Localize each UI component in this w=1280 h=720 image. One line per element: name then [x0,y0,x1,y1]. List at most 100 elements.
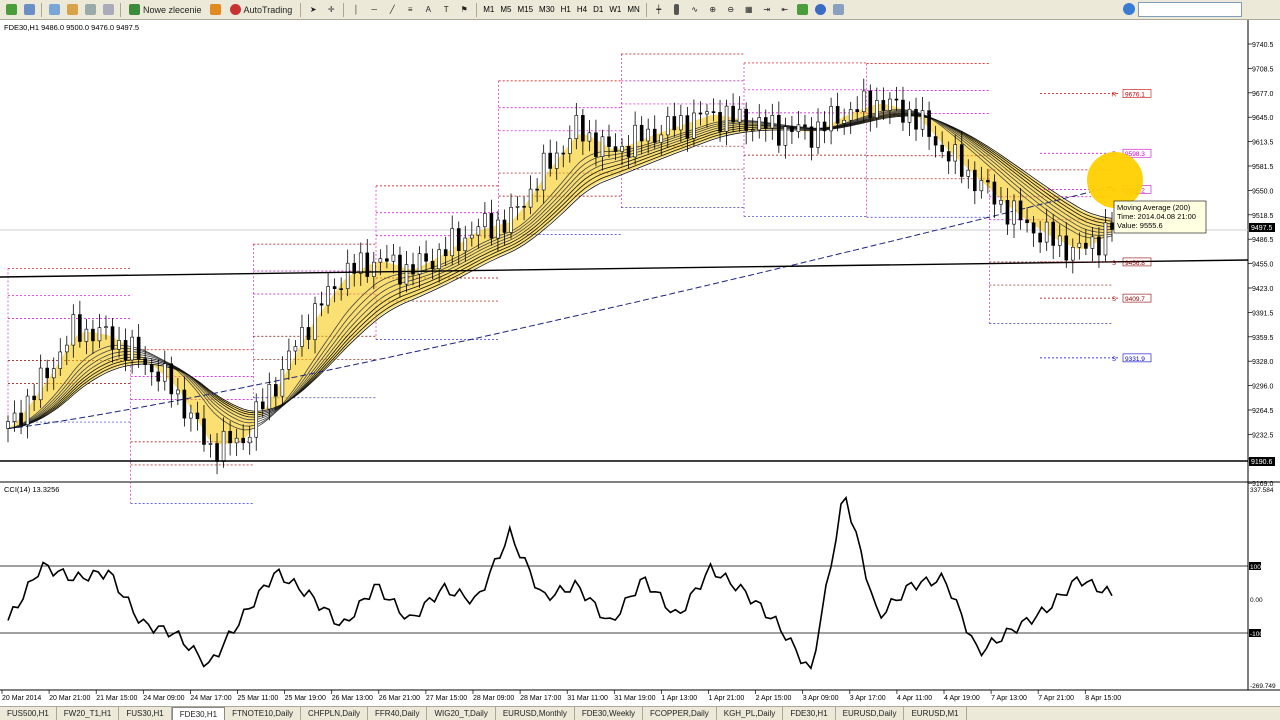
candle-body [97,327,102,342]
pivot-value: 9456.8 [1125,260,1145,267]
candle-body [548,152,553,169]
new-order-button[interactable]: Nowe zlecenie [125,2,206,18]
timeframe-h1[interactable]: H1 [558,3,574,17]
tab-11[interactable]: KGH_PL,Daily [717,707,784,720]
zoom-in-icon[interactable]: ⊕ [705,2,721,18]
time-tick: 25 Mar 19:00 [285,695,326,702]
candle-body [587,132,592,142]
tab-3[interactable]: FDE30,H1 [171,707,226,720]
candle-body [189,412,193,419]
candle-body [790,126,794,132]
tile-windows-icon[interactable]: ▦ [741,2,757,18]
time-tick: 8 Apr 15:00 [1085,695,1121,702]
trendline-icon[interactable]: ╱ [384,2,400,18]
candle-body [1038,232,1042,243]
candle-body [306,327,311,340]
candle-body [208,443,213,445]
time-tick: 24 Mar 09:00 [143,695,184,702]
candle-body [202,418,206,445]
candle-body [639,124,644,142]
candle-body [1044,221,1049,243]
timeframe-w1[interactable]: W1 [606,3,624,17]
label-icon[interactable]: T [438,2,454,18]
tab-5[interactable]: CHFPLN,Daily [301,707,369,720]
chart-area[interactable]: 9740.5 9708.5 9677.0 9645.0 9613.5 9581.5 9550… [0,20,1280,706]
timeframe-mn[interactable]: MN [624,3,642,17]
market-watch-icon[interactable] [46,2,62,18]
profiles-icon[interactable] [21,2,37,18]
candle-body [894,98,899,101]
candle-body [483,213,487,228]
candle-body [19,412,23,425]
timeframe-m15[interactable]: M15 [514,3,536,17]
candlestick-icon[interactable] [669,2,685,18]
timeframe-group: M1 M5 M15 M30 H1 H4 D1 W1 MN [480,3,643,17]
templates-icon[interactable] [831,2,847,18]
candle-body [672,116,677,131]
vertical-line-icon[interactable]: │ [348,2,364,18]
timeframe-m1[interactable]: M1 [480,3,497,17]
timeframe-d1[interactable]: D1 [590,3,606,17]
channel-icon[interactable]: ≡ [402,2,418,18]
bar-chart-icon[interactable]: ┿ [651,2,667,18]
tab-2[interactable]: FUS30,H1 [119,707,172,720]
time-tick: 27 Mar 15:00 [426,695,467,702]
indicators-icon[interactable] [795,2,811,18]
tab-14[interactable]: EURUSD,M1 [904,707,967,720]
chart-canvas[interactable]: 9740.5 9708.5 9677.0 9645.0 9613.5 9581.5 9550… [0,20,1280,706]
new-chart-icon[interactable] [3,2,19,18]
horizontal-line-icon[interactable]: ─ [366,2,382,18]
line-chart-icon[interactable]: ∿ [687,2,703,18]
candle-body [365,252,370,277]
chart-shift-icon[interactable]: ⇤ [777,2,793,18]
tab-10[interactable]: FCOPPER,Daily [643,707,717,720]
tab-7[interactable]: WIG20_T,Daily [427,707,496,720]
candle-body [646,128,650,142]
candle-body [809,126,814,148]
time-tick: 25 Mar 11:00 [238,695,279,702]
pivot-value: 9676.1 [1125,91,1145,98]
price-tick: 9740.5 [1252,42,1274,49]
pivot-value: 9409.7 [1125,296,1145,303]
timeframe-m5[interactable]: M5 [497,3,514,17]
tab-13[interactable]: EURUSD,Daily [836,707,905,720]
timeframe-h4[interactable]: H4 [574,3,590,17]
time-tick: 28 Mar 09:00 [473,695,514,702]
objects-icon[interactable]: ⚑ [456,2,472,18]
navigator-icon[interactable] [64,2,80,18]
tab-9[interactable]: FDE30,Weekly [575,707,644,720]
tab-1[interactable]: FW20_T1,H1 [57,707,120,720]
candle-body [176,389,180,395]
autotrading-button[interactable]: AutoTrading [226,2,297,18]
tab-4[interactable]: FTNOTE10,Daily [225,707,301,720]
candle-body [842,119,846,124]
time-tick: 1 Apr 21:00 [709,695,745,702]
tab-0[interactable]: FUS500,H1 [0,707,57,720]
time-tick: 4 Apr 11:00 [897,695,932,702]
search-input[interactable] [1138,2,1242,17]
cursor-icon[interactable]: ➤ [305,2,321,18]
search-icon[interactable] [1123,3,1135,15]
terminal-icon[interactable] [82,2,98,18]
timeframe-m30[interactable]: M30 [536,3,558,17]
periods-icon[interactable] [813,2,829,18]
tab-8[interactable]: EURUSD,Monthly [496,707,575,720]
tab-6[interactable]: FFR40,Daily [368,707,428,720]
time-tick: 3 Apr 17:00 [850,695,886,702]
price-tick: 9423.0 [1252,286,1274,293]
tooltip-line1: Moving Average (200) [1117,203,1191,212]
candle-body [287,350,291,370]
text-icon[interactable]: A [420,2,436,18]
candle-body [45,367,49,379]
bottom-line-label: 9190.6 [1251,459,1273,466]
meta-editor-icon[interactable] [208,2,224,18]
crosshair-icon[interactable]: ✛ [323,2,339,18]
tab-12[interactable]: FDE30,H1 [783,707,836,720]
candle-body [986,180,990,183]
zoom-out-icon[interactable]: ⊖ [723,2,739,18]
candle-body [796,124,801,132]
candle-body [215,443,219,462]
strategy-tester-icon[interactable] [100,2,116,18]
candle-body [156,371,161,382]
autoscroll-icon[interactable]: ⇥ [759,2,775,18]
